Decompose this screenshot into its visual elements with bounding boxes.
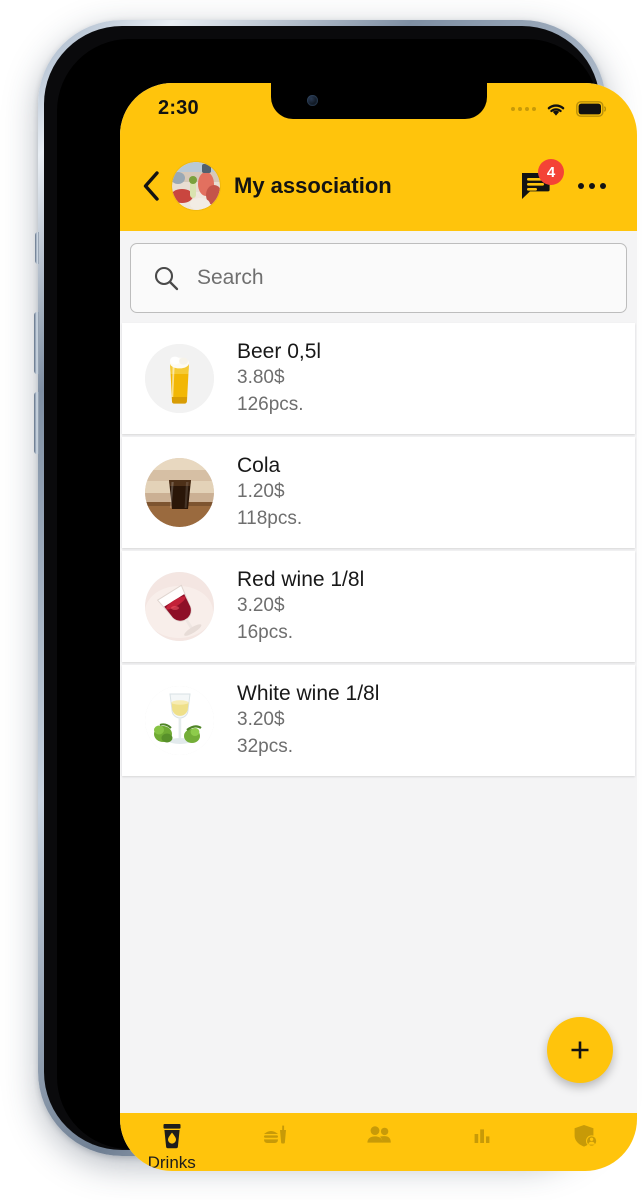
- drink-quantity: 32pcs.: [237, 736, 293, 758]
- nav-item-drinks[interactable]: Drinks: [120, 1121, 223, 1171]
- nav-item-stats[interactable]: [430, 1121, 533, 1153]
- drink-thumbnail: [145, 686, 214, 755]
- back-chevron-icon: [143, 171, 159, 201]
- phone-screen: 2:30 My association 4 Search Beer 0,5l 3…: [120, 83, 637, 1171]
- list-item[interactable]: Cola 1.20$ 118pcs.: [122, 437, 635, 548]
- phone-device-frame: 2:30 My association 4 Search Beer 0,5l 3…: [34, 20, 637, 1171]
- cola-glass-photo: [145, 458, 214, 527]
- people-group-icon: [366, 1126, 391, 1143]
- back-button[interactable]: [134, 166, 168, 206]
- nav-item-people[interactable]: [327, 1121, 430, 1153]
- page-title: My association: [234, 173, 392, 198]
- shield-user-icon: [574, 1125, 598, 1147]
- nav-item-admin[interactable]: [534, 1121, 637, 1153]
- drink-name: Cola: [237, 453, 281, 477]
- app-bar: My association 4: [120, 141, 637, 231]
- wifi-icon: [547, 104, 565, 116]
- search-icon: [154, 266, 179, 291]
- main-content: Beer 0,5l 3.80$ 126pcs.: [120, 231, 637, 1113]
- battery-full-icon: [576, 101, 607, 117]
- drink-price: 3.80$: [237, 367, 285, 389]
- cellular-signal-icon: [511, 107, 536, 111]
- messages-button[interactable]: 4: [519, 159, 564, 205]
- red-wine-glass-photo: [145, 572, 214, 641]
- search-bar[interactable]: [130, 243, 627, 313]
- drink-quantity: 126pcs.: [237, 394, 304, 416]
- drink-thumbnail: [145, 458, 214, 527]
- drink-quantity: 16pcs.: [237, 622, 293, 644]
- more-options-button[interactable]: [571, 167, 613, 205]
- bottom-navigation: Drinks: [120, 1113, 637, 1171]
- white-wine-glass-photo: [145, 686, 214, 755]
- status-bar-time: 2:30: [158, 97, 199, 119]
- status-bar-indicators: [511, 100, 607, 118]
- drink-name: Beer 0,5l: [237, 339, 322, 363]
- drink-info: White wine 1/8l 3.20$ 32pcs.: [237, 681, 379, 761]
- plus-icon: [571, 1041, 589, 1059]
- drink-name: White wine 1/8l: [237, 681, 380, 705]
- device-inner-shell: 2:30 My association 4 Search Beer 0,5l 3…: [44, 26, 637, 1171]
- nav-item-label: Drinks: [147, 1153, 196, 1171]
- front-camera-icon: [306, 95, 318, 106]
- drink-price: 3.20$: [237, 709, 285, 731]
- fast-food-icon: [264, 1125, 287, 1144]
- avatar[interactable]: [172, 162, 220, 210]
- drink-price: 1.20$: [237, 481, 285, 503]
- drink-info: Beer 0,5l 3.80$ 126pcs.: [237, 339, 321, 419]
- silent-switch[interactable]: [35, 232, 39, 264]
- status-bar: 2:30: [120, 83, 637, 141]
- search-input[interactable]: [197, 266, 604, 290]
- bar-chart-icon: [474, 1129, 490, 1143]
- status-badge: 4: [538, 159, 564, 185]
- volume-up-button[interactable]: [34, 312, 39, 374]
- drink-info: Red wine 1/8l 3.20$ 16pcs.: [237, 567, 364, 647]
- beer-glass-photo: [145, 344, 214, 413]
- display-notch: [270, 83, 487, 119]
- drink-cup-icon: [163, 1124, 181, 1149]
- drink-info: Cola 1.20$ 118pcs.: [237, 453, 302, 533]
- drink-thumbnail: [145, 572, 214, 641]
- more-options-icon: [578, 183, 584, 189]
- drink-price: 3.20$: [237, 595, 285, 617]
- drink-thumbnail: [145, 344, 214, 413]
- drink-quantity: 118pcs.: [237, 508, 303, 530]
- drink-name: Red wine 1/8l: [237, 567, 365, 591]
- association-avatar-image: [172, 162, 220, 210]
- list-item[interactable]: Red wine 1/8l 3.20$ 16pcs.: [122, 551, 635, 662]
- nav-item-food[interactable]: [223, 1121, 326, 1153]
- list-item[interactable]: Beer 0,5l 3.80$ 126pcs.: [122, 323, 635, 434]
- device-bezel: 2:30 My association 4 Search Beer 0,5l 3…: [57, 39, 637, 1171]
- volume-down-button[interactable]: [34, 392, 39, 454]
- add-drink-button[interactable]: [547, 1017, 613, 1083]
- list-item[interactable]: White wine 1/8l 3.20$ 32pcs.: [122, 665, 635, 776]
